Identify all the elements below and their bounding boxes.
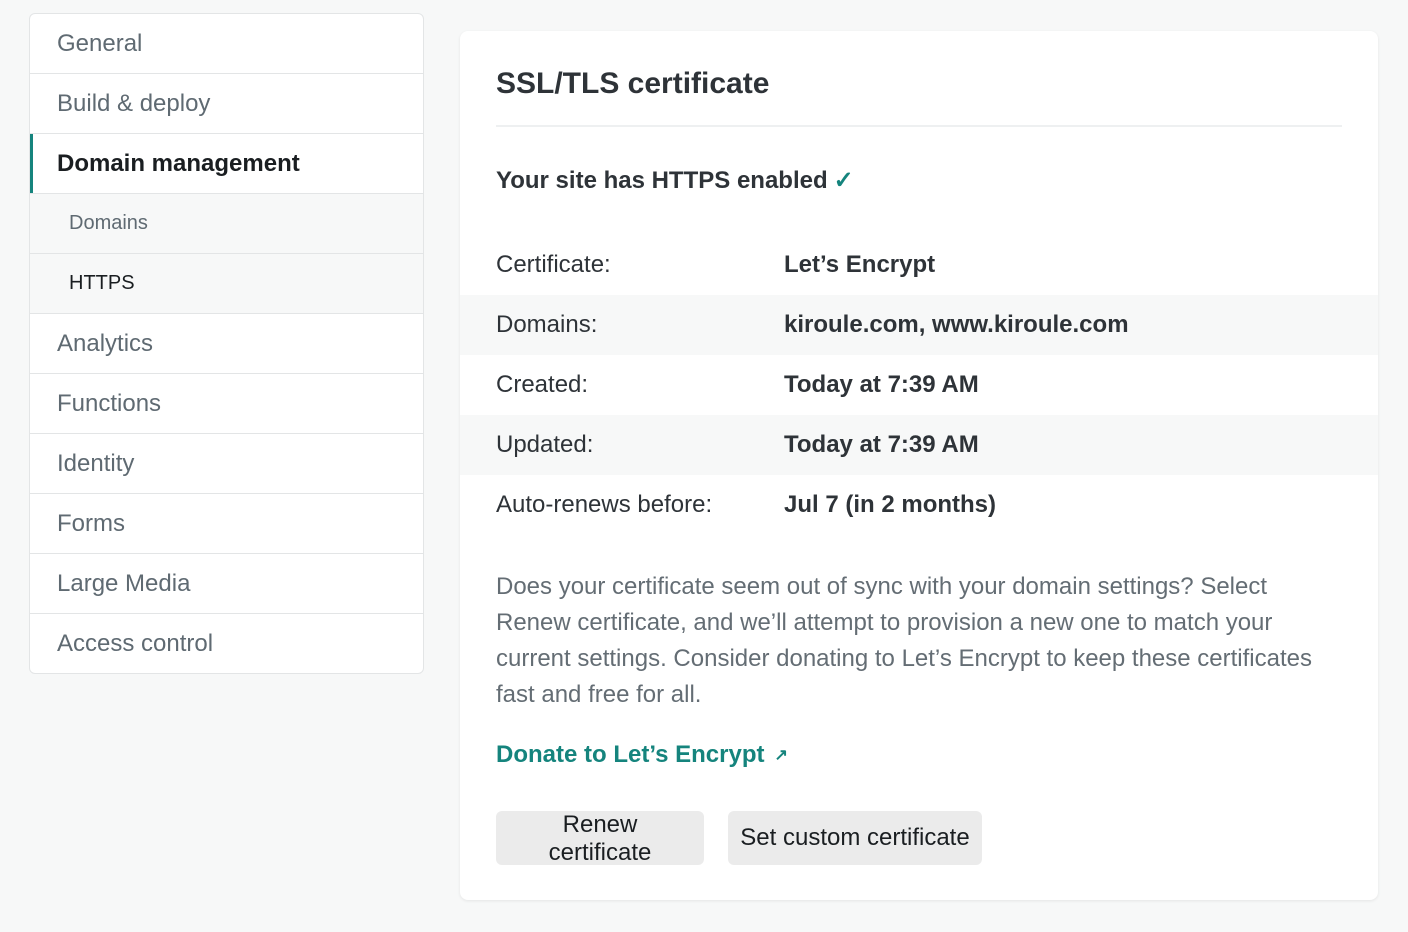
- detail-value: Today at 7:39 AM: [784, 371, 979, 398]
- https-status-text: Your site has HTTPS enabled: [496, 167, 828, 194]
- sidebar-item-access-control[interactable]: Access control: [30, 614, 423, 673]
- set-custom-certificate-button[interactable]: Set custom certificate: [728, 811, 982, 865]
- detail-label: Updated:: [496, 431, 594, 458]
- donate-link-label: Donate to Let’s Encrypt: [496, 741, 765, 768]
- detail-label: Domains:: [496, 311, 598, 338]
- renew-certificate-button[interactable]: Renew certificate: [496, 811, 704, 866]
- external-link-icon: ↗: [774, 747, 788, 764]
- help-text: Does your certificate seem out of sync w…: [496, 573, 1312, 708]
- https-status: Your site has HTTPS enabled ✓: [496, 166, 854, 195]
- ssl-certificate-card: SSL/TLS certificate Your site has HTTPS …: [460, 31, 1378, 900]
- detail-row-created: Created: Today at 7:39 AM: [460, 355, 1378, 415]
- sidebar-item-general[interactable]: General: [30, 14, 423, 74]
- detail-value: kiroule.com, www.kiroule.com: [784, 311, 1129, 338]
- sidebar-item-identity[interactable]: Identity: [30, 434, 423, 494]
- detail-row-domains: Domains: kiroule.com, www.kiroule.com: [460, 295, 1378, 355]
- card-title: SSL/TLS certificate: [496, 67, 770, 100]
- check-icon: ✓: [833, 167, 854, 194]
- title-divider: [496, 125, 1342, 127]
- detail-label: Auto-renews before:: [496, 491, 713, 518]
- detail-value: Today at 7:39 AM: [784, 431, 979, 458]
- detail-label: Created:: [496, 371, 589, 398]
- sidebar-subitem-domains[interactable]: Domains: [30, 194, 423, 254]
- donate-link[interactable]: Donate to Let’s Encrypt ↗: [496, 741, 788, 769]
- sidebar-item-domain-management[interactable]: Domain management: [30, 134, 423, 194]
- detail-value: Jul 7 (in 2 months): [784, 491, 997, 518]
- sidebar-subitem-https[interactable]: HTTPS: [30, 254, 423, 314]
- detail-row-updated: Updated: Today at 7:39 AM: [460, 415, 1378, 475]
- sidebar-item-functions[interactable]: Functions: [30, 374, 423, 434]
- detail-row-auto-renews: Auto-renews before: Jul 7 (in 2 months): [460, 475, 1378, 535]
- sidebar-item-large-media[interactable]: Large Media: [30, 554, 423, 614]
- sidebar-item-build-deploy[interactable]: Build & deploy: [30, 74, 423, 134]
- detail-value: Let’s Encrypt: [784, 251, 936, 278]
- certificate-details: Certificate: Let’s Encrypt Domains: kiro…: [460, 235, 1378, 535]
- detail-label: Certificate:: [496, 251, 611, 278]
- sidebar-item-analytics[interactable]: Analytics: [30, 314, 423, 374]
- sidebar-item-forms[interactable]: Forms: [30, 494, 423, 554]
- detail-row-certificate: Certificate: Let’s Encrypt: [460, 235, 1378, 295]
- settings-sidebar: General Build & deploy Domain management…: [29, 13, 424, 674]
